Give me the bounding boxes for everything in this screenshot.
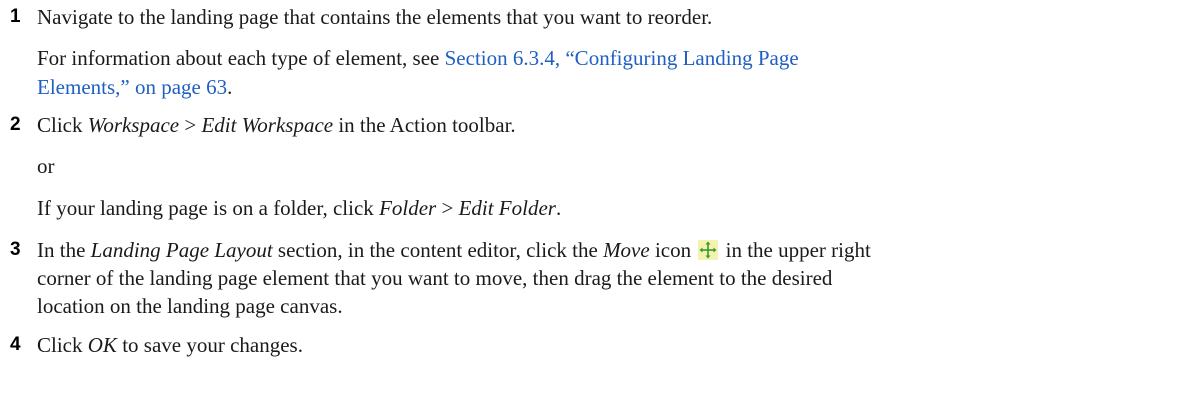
text-fragment: section, in the content editor, click th… (272, 238, 604, 262)
step-text: Click Workspace > Edit Workspace in the … (37, 112, 516, 138)
ok-label: OK (87, 333, 117, 357)
text-fragment: icon (649, 238, 692, 262)
alt-text: If your landing page is on a folder, cli… (37, 195, 561, 221)
text-fragment: to save your changes. (116, 333, 303, 357)
menu-folder: Folder (379, 196, 437, 220)
or-text: or (37, 154, 55, 178)
text-fragment: in the upper right (720, 238, 871, 262)
menu-separator: > (436, 196, 459, 220)
step-number: 3 (10, 239, 21, 260)
move-arrows-icon (698, 240, 719, 260)
menu-separator: > (179, 113, 202, 137)
section-link-continued[interactable]: Elements,” on page 63 (37, 75, 227, 99)
move-label: Move (603, 238, 650, 262)
step-text-line-3: location on the landing page canvas. (37, 294, 343, 318)
menu-item-edit-workspace: Edit Workspace (201, 113, 334, 137)
step-number: 4 (10, 334, 21, 355)
info-prefix: For information about each type of eleme… (37, 46, 445, 70)
text-fragment: If your landing page is on a folder, cli… (37, 196, 380, 220)
step-text: In the Landing Page Layout section, in t… (37, 237, 871, 263)
step-text: Navigate to the landing page that contai… (37, 5, 713, 29)
document-page: 1 Navigate to the landing page that cont… (0, 0, 1178, 400)
text-fragment: In the (37, 238, 91, 262)
step-text: Click OK to save your changes. (37, 332, 303, 358)
menu-workspace: Workspace (87, 113, 180, 137)
info-line: For information about each type of eleme… (37, 45, 799, 71)
info-line-2: Elements,” on page 63. (37, 74, 232, 100)
step-text-line-2: corner of the landing page element that … (37, 266, 833, 290)
step-number: 2 (10, 114, 21, 135)
info-suffix: . (227, 75, 233, 99)
section-link[interactable]: Section 6.3.4, “Configuring Landing Page (445, 46, 799, 70)
text-fragment: in the Action toolbar. (333, 113, 516, 137)
section-name: Landing Page Layout (90, 238, 273, 262)
step-number: 1 (10, 6, 21, 27)
text-fragment: . (555, 196, 562, 220)
menu-item-edit-folder: Edit Folder (458, 196, 556, 220)
text-fragment: Click (37, 333, 88, 357)
text-fragment: Click (37, 113, 88, 137)
